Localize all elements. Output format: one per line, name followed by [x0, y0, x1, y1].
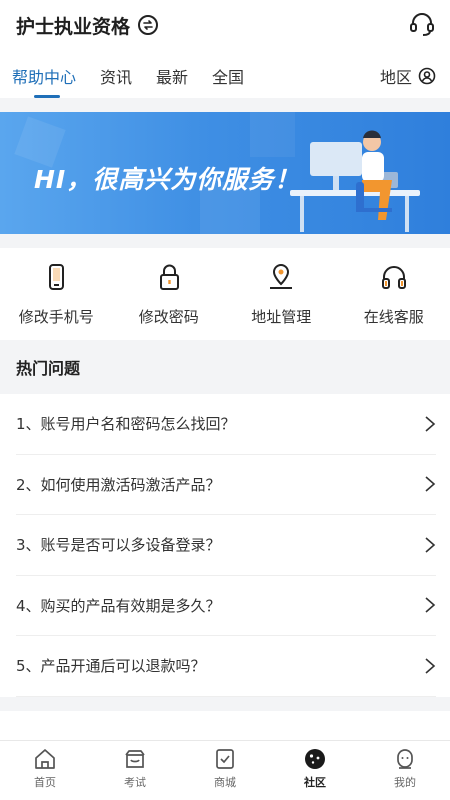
help-center-screen: 护士执业资格 帮助中心 资讯 最新 全国 地区 HI，很高兴为你服务！ 修改手机… — [0, 0, 450, 800]
service-banner[interactable]: HI，很高兴为你服务！ — [0, 112, 450, 234]
app-header: 护士执业资格 — [0, 0, 450, 50]
nav-shop-label: 商城 — [214, 776, 236, 789]
nav-profile[interactable]: 我的 — [360, 741, 450, 800]
location-pin-icon — [418, 67, 436, 85]
nav-home[interactable]: 首页 — [0, 741, 90, 800]
hot-questions-heading: 热门问题 — [0, 340, 450, 394]
chevron-right-icon — [425, 537, 436, 553]
chevron-right-icon — [425, 476, 436, 492]
nav-exam[interactable]: 考试 — [90, 741, 180, 800]
nav-community[interactable]: 社区 — [270, 741, 360, 800]
nav-exam-label: 考试 — [124, 776, 146, 789]
nav-profile-label: 我的 — [394, 776, 416, 789]
banner-greeting: HI，很高兴为你服务！ — [34, 165, 301, 194]
question-text: 5、产品开通后可以退款吗？ — [16, 657, 206, 676]
divider — [0, 697, 450, 711]
change-phone-label: 修改手机号 — [18, 308, 94, 326]
home-icon — [35, 749, 55, 769]
nav-shop[interactable]: 商城 — [180, 741, 270, 800]
bottom-navigation: 首页 考试 商城 社区 我的 — [0, 740, 450, 800]
list-item[interactable]: 1、账号用户名和密码怎么找回？ — [16, 394, 436, 455]
list-item[interactable]: 3、账号是否可以多设备登录？ — [16, 515, 436, 576]
exam-icon — [125, 750, 145, 768]
change-phone-button[interactable]: 修改手机号 — [0, 248, 113, 340]
question-text: 3、账号是否可以多设备登录？ — [16, 536, 221, 555]
shop-icon — [216, 749, 234, 769]
tab-latest[interactable]: 最新 — [156, 54, 188, 98]
divider — [0, 98, 450, 112]
nav-community-label: 社区 — [304, 776, 326, 789]
category-tabs: 帮助中心 资讯 最新 全国 地区 — [0, 54, 450, 98]
online-service-label: 在线客服 — [363, 308, 424, 326]
chevron-right-icon — [425, 597, 436, 613]
question-text: 2、如何使用激活码激活产品？ — [16, 475, 221, 494]
change-password-label: 修改密码 — [138, 308, 199, 326]
tab-news[interactable]: 资讯 — [100, 54, 132, 98]
tab-help-center[interactable]: 帮助中心 — [12, 54, 76, 98]
quick-actions: 修改手机号 修改密码 地址管理 在线客服 — [0, 248, 450, 340]
chevron-right-icon — [425, 658, 436, 674]
list-item[interactable]: 4、购买的产品有效期是多久？ — [16, 576, 436, 636]
question-text: 1、账号用户名和密码怎么找回？ — [16, 415, 236, 434]
change-password-button[interactable]: 修改密码 — [113, 248, 226, 340]
nav-home-label: 首页 — [34, 776, 56, 789]
customer-service-icon[interactable] — [408, 10, 436, 38]
region-selector[interactable]: 地区 — [380, 54, 436, 98]
address-management-button[interactable]: 地址管理 — [225, 248, 338, 340]
tab-national[interactable]: 全国 — [212, 54, 244, 98]
region-label: 地区 — [379, 68, 412, 87]
question-text: 4、购买的产品有效期是多久？ — [16, 596, 221, 615]
location-icon — [270, 263, 293, 289]
divider — [0, 234, 450, 248]
switch-exam-icon[interactable] — [138, 15, 159, 35]
community-icon — [305, 749, 325, 769]
list-item[interactable]: 5、产品开通后可以退款吗？ — [16, 636, 436, 697]
list-item[interactable]: 2、如何使用激活码激活产品？ — [16, 455, 436, 515]
chevron-right-icon — [425, 416, 436, 432]
app-title: 护士执业资格 — [16, 15, 131, 38]
headset-icon — [381, 266, 406, 289]
phone-icon — [49, 264, 65, 290]
hot-questions-list: 1、账号用户名和密码怎么找回？ 2、如何使用激活码激活产品？ 3、账号是否可以多… — [0, 394, 450, 697]
address-management-label: 地址管理 — [251, 308, 312, 326]
online-service-button[interactable]: 在线客服 — [338, 248, 450, 340]
lock-icon — [159, 264, 179, 290]
profile-icon — [397, 749, 413, 769]
